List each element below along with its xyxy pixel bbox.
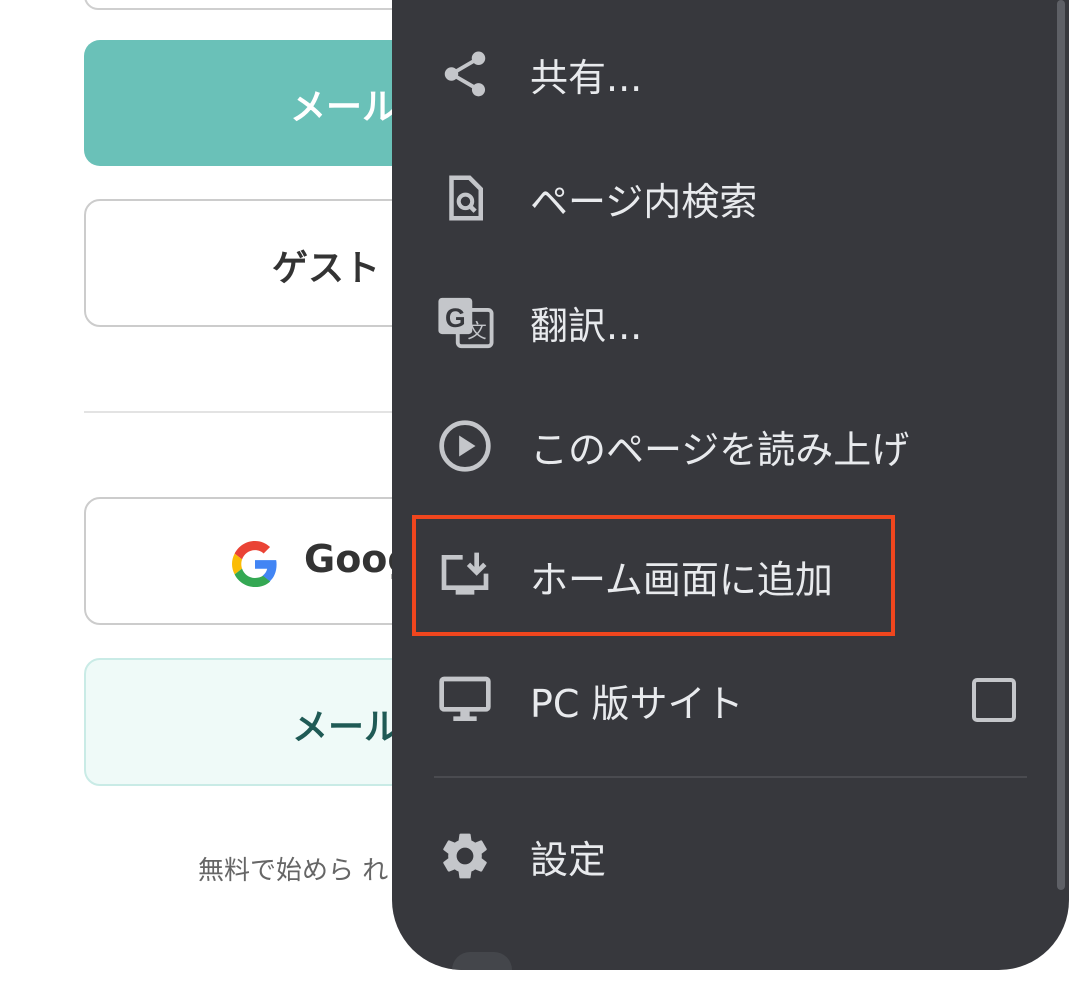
svg-text:文: 文 [467,320,486,343]
share-icon [436,45,494,103]
menu-item-find-in-page[interactable]: ページ内検索 [392,136,1069,260]
gear-icon [436,827,494,885]
overflow-menu: 共有... ページ内検索 G 文 翻訳... このページを読み上げ ホーム画面に… [392,0,1069,970]
next-item-hint [452,952,512,970]
menu-item-translate[interactable]: G 文 翻訳... [392,260,1069,384]
menu-item-label: 設定 [530,837,607,882]
menu-item-settings[interactable]: 設定 [392,794,1069,918]
translate-icon: G 文 [436,293,494,351]
mail-register-label: メール [292,707,401,748]
menu-item-label: PC 版サイト [530,681,744,726]
menu-item-read-aloud[interactable]: このページを読み上げ [392,384,1069,508]
desktop-site-checkbox[interactable] [972,678,1016,722]
menu-scrollbar[interactable] [1057,0,1065,890]
svg-text:G: G [445,303,466,333]
play-circle-icon [436,417,494,475]
menu-item-label: ページ内検索 [530,179,758,224]
footer-note: 無料で始めら れ [198,856,389,886]
mail-login-label: メール [290,87,399,128]
menu-divider [434,776,1027,778]
menu-item-desktop-site[interactable]: PC 版サイト [392,638,1069,762]
highlight-box [412,515,895,636]
menu-item-label: 翻訳... [530,303,643,348]
menu-item-share[interactable]: 共有... [392,12,1069,136]
guest-login-label: ゲスト [272,248,381,289]
find-in-page-icon [436,169,494,227]
menu-item-label: 共有... [530,55,643,100]
google-logo-icon [232,541,277,587]
menu-item-label: このページを読み上げ [530,427,910,472]
desktop-icon [436,671,494,729]
